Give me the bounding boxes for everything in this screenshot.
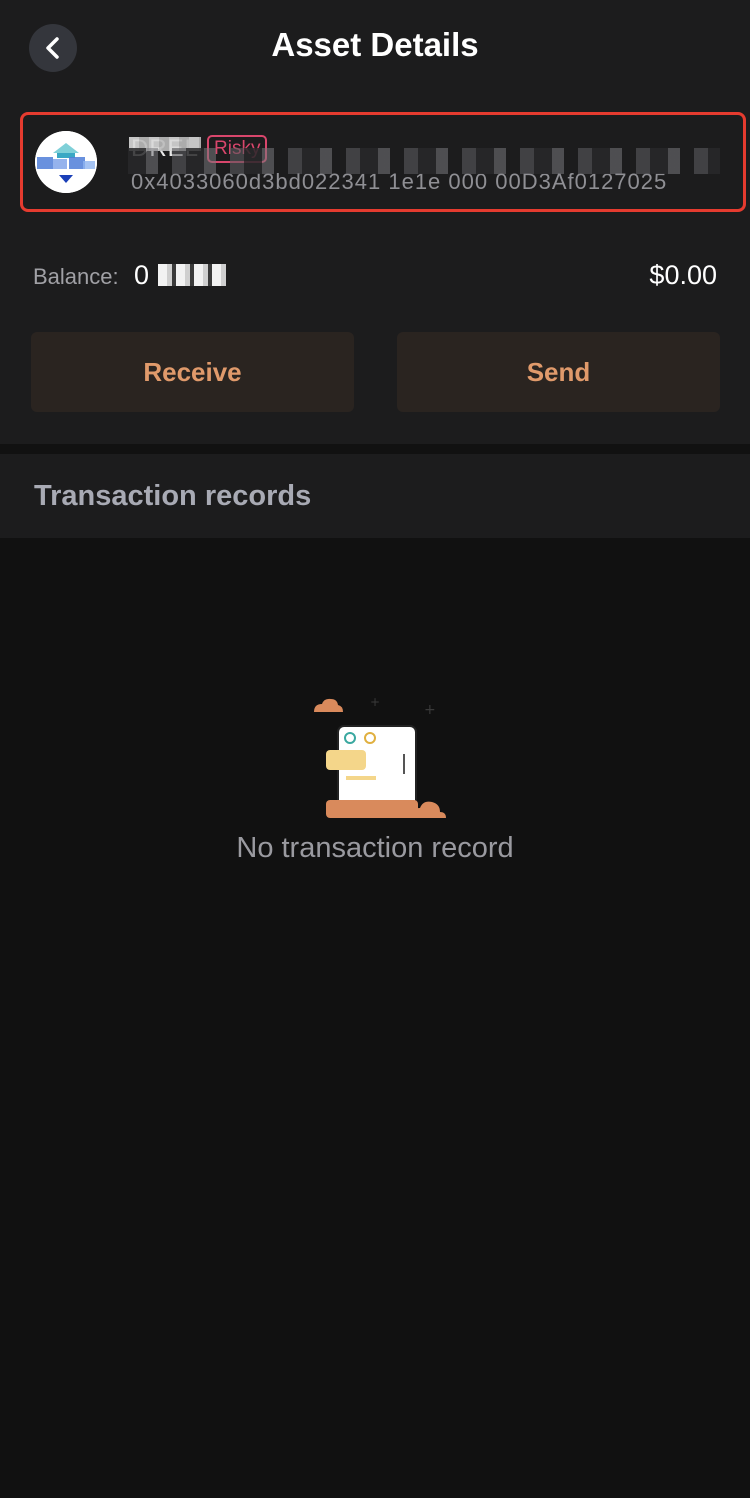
balance-usd-value: $0.00	[649, 260, 717, 290]
svg-text:+: +	[370, 695, 380, 709]
receive-button[interactable]: Receive	[31, 332, 354, 412]
transaction-records-header: Transaction records	[0, 454, 750, 538]
token-logo-icon	[35, 131, 97, 193]
address-redaction	[128, 148, 720, 174]
send-button[interactable]: Send	[397, 332, 720, 412]
balance-redaction	[158, 264, 226, 286]
empty-state-message: No transaction record	[236, 832, 514, 864]
page-title: Asset Details	[271, 26, 479, 63]
empty-document-icon: + +	[314, 695, 446, 818]
section-title: Transaction records	[34, 480, 312, 512]
svg-text:+: +	[424, 702, 436, 718]
balance-amount: 0	[134, 260, 150, 290]
balance-label: Balance:	[33, 264, 119, 289]
app-header: Asset Details	[0, 0, 750, 96]
